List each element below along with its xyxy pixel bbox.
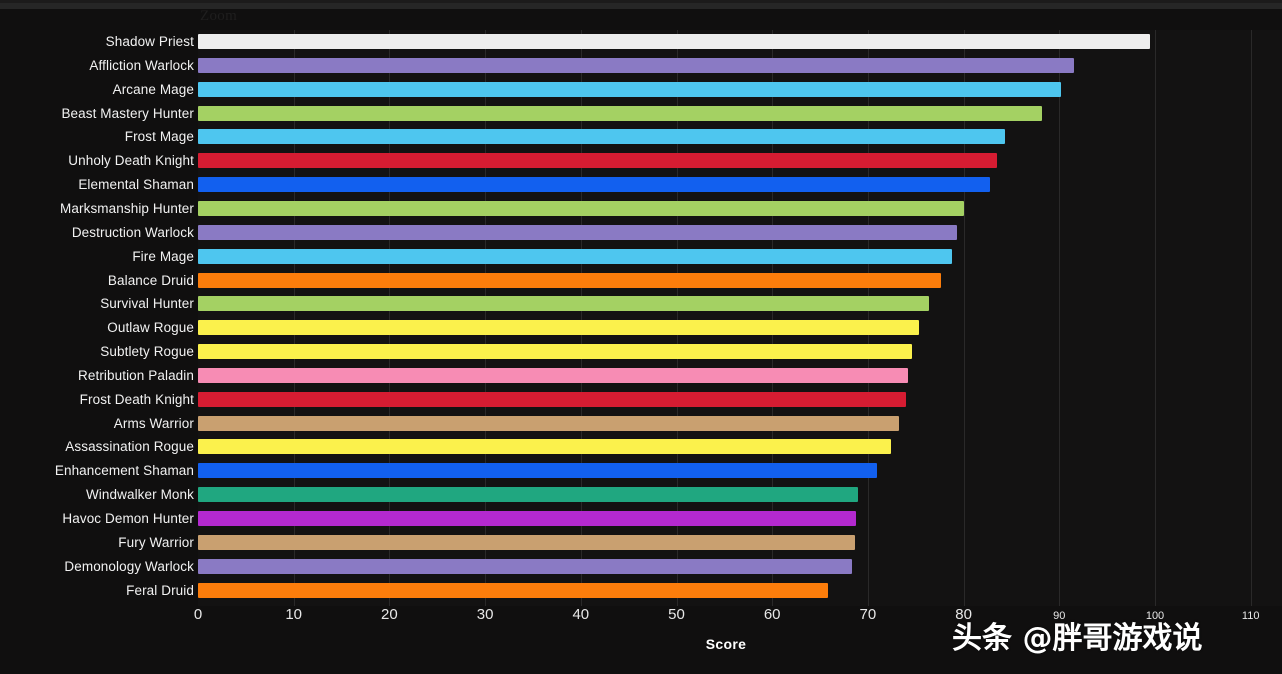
- bar-row[interactable]: Windwalker Monk: [0, 483, 1282, 507]
- bar-row-label: Fury Warrior: [118, 534, 194, 550]
- x-axis-tick-label: 110: [1241, 610, 1260, 622]
- bar-row[interactable]: Outlaw Rogue: [0, 316, 1282, 340]
- bar[interactable]: [198, 272, 941, 288]
- bar-row[interactable]: Assassination Rogue: [0, 435, 1282, 459]
- bar-row[interactable]: Fire Mage: [0, 245, 1282, 269]
- bar-row-label: Havoc Demon Hunter: [62, 511, 194, 526]
- x-axis-tick-label: 30: [476, 606, 494, 623]
- bar-row-label: Marksmanship Hunter: [60, 200, 194, 216]
- bar[interactable]: [198, 439, 891, 455]
- bar-row[interactable]: Arms Warrior: [0, 412, 1282, 436]
- bar[interactable]: [198, 487, 859, 503]
- bar-row-label: Enhancement Shaman: [54, 463, 194, 479]
- bar[interactable]: [198, 558, 852, 574]
- bar-row[interactable]: Balance Druid: [0, 269, 1282, 293]
- bar[interactable]: [198, 224, 957, 240]
- x-axis-title: Score: [705, 636, 747, 652]
- bar-row[interactable]: Shadow Priest: [0, 30, 1282, 54]
- bar-row[interactable]: Feral Druid: [0, 579, 1282, 603]
- bar-row[interactable]: Affliction Warlock: [0, 54, 1282, 78]
- bar-row-label: Elemental Shaman: [78, 177, 194, 193]
- bar[interactable]: [198, 34, 1151, 49]
- bar[interactable]: [198, 320, 919, 336]
- bar-row[interactable]: Beast Mastery Hunter: [0, 102, 1282, 126]
- watermark-text: 头条 @胖哥游戏说: [952, 621, 1203, 656]
- bar-row[interactable]: Survival Hunter: [0, 292, 1282, 316]
- bar[interactable]: [198, 344, 912, 360]
- x-axis-tick-label: 50: [668, 606, 685, 623]
- bar[interactable]: [198, 248, 953, 264]
- bar[interactable]: [198, 296, 930, 312]
- bar[interactable]: [198, 105, 1043, 121]
- bar-row[interactable]: Frost Death Knight: [0, 388, 1282, 412]
- bar-row-label: Beast Mastery Hunter: [61, 105, 194, 121]
- bar-row-label: Survival Hunter: [100, 296, 194, 312]
- bar-row-label: Affliction Warlock: [89, 57, 194, 73]
- bar[interactable]: [198, 367, 909, 383]
- bar-row-label: Assassination Rogue: [65, 439, 194, 455]
- window-top-band-inner: [0, 0, 1282, 3]
- bar-row[interactable]: Demonology Warlock: [0, 555, 1282, 579]
- x-axis-tick-label: 70: [859, 606, 877, 623]
- bar-row-label: Frost Death Knight: [79, 391, 194, 407]
- bar[interactable]: [198, 81, 1062, 97]
- bar[interactable]: [198, 463, 878, 479]
- bar-row[interactable]: Marksmanship Hunter: [0, 197, 1282, 221]
- x-axis-tick-label: 0: [193, 606, 203, 623]
- bar-row[interactable]: Havoc Demon Hunter: [0, 507, 1282, 531]
- x-axis-tick-label: 60: [763, 606, 781, 623]
- bar-rows: Shadow Priest Affliction Warlock Arcane Ma…: [0, 30, 1282, 606]
- bar[interactable]: [198, 582, 828, 598]
- bar-row[interactable]: Fury Warrior: [0, 531, 1282, 555]
- bar-row-label: Balance Druid: [107, 272, 194, 288]
- bar[interactable]: [198, 129, 1005, 145]
- bar-row-label: Windwalker Monk: [85, 487, 194, 503]
- chart-app: Zoom Shadow Priest Affliction Warlock Arca…: [0, 0, 1282, 674]
- bar[interactable]: [198, 391, 907, 407]
- bar-row[interactable]: Arcane Mage: [0, 78, 1282, 102]
- bar[interactable]: [198, 153, 998, 169]
- bar-row[interactable]: Enhancement Shaman: [0, 459, 1282, 483]
- bar-row-label: Arms Warrior: [113, 415, 194, 431]
- x-axis-tick-label: 10: [285, 606, 303, 623]
- bar-row-label: Destruction Warlock: [71, 224, 194, 240]
- bar-chart-plot: Shadow Priest Affliction Warlock Arcane Ma…: [0, 30, 1282, 606]
- bar-row-label: Unholy Death Knight: [68, 153, 194, 169]
- bar-row-label: Retribution Paladin: [78, 367, 194, 383]
- window-top-band: [0, 0, 1282, 9]
- bar-row-label: Arcane Mage: [112, 81, 194, 97]
- bar-row-label: Shadow Priest: [105, 34, 194, 49]
- bar-row[interactable]: Frost Mage: [0, 125, 1282, 149]
- bar-row[interactable]: Retribution Paladin: [0, 364, 1282, 388]
- bar-row-label: Feral Druid: [126, 582, 194, 598]
- bar-row-label: Fire Mage: [132, 248, 194, 264]
- bar-row[interactable]: Subtlety Rogue: [0, 340, 1282, 364]
- bar-row-label: Outlaw Rogue: [107, 320, 194, 336]
- bar-row[interactable]: Elemental Shaman: [0, 173, 1282, 197]
- bar-row[interactable]: Destruction Warlock: [0, 221, 1282, 245]
- x-axis-tick-label: 20: [381, 606, 398, 623]
- bar-row-label: Demonology Warlock: [64, 558, 194, 574]
- bar[interactable]: [198, 200, 964, 216]
- bar[interactable]: [198, 177, 991, 193]
- bar[interactable]: [198, 57, 1074, 73]
- x-axis-tick-label: 40: [572, 606, 590, 623]
- bar-row[interactable]: Unholy Death Knight: [0, 149, 1282, 173]
- zoom-label: Zoom: [200, 8, 238, 24]
- bar[interactable]: [198, 511, 857, 526]
- bar-row-label: Subtlety Rogue: [100, 344, 194, 360]
- bar[interactable]: [198, 534, 855, 550]
- bar-row-label: Frost Mage: [124, 129, 194, 145]
- bar[interactable]: [198, 415, 900, 431]
